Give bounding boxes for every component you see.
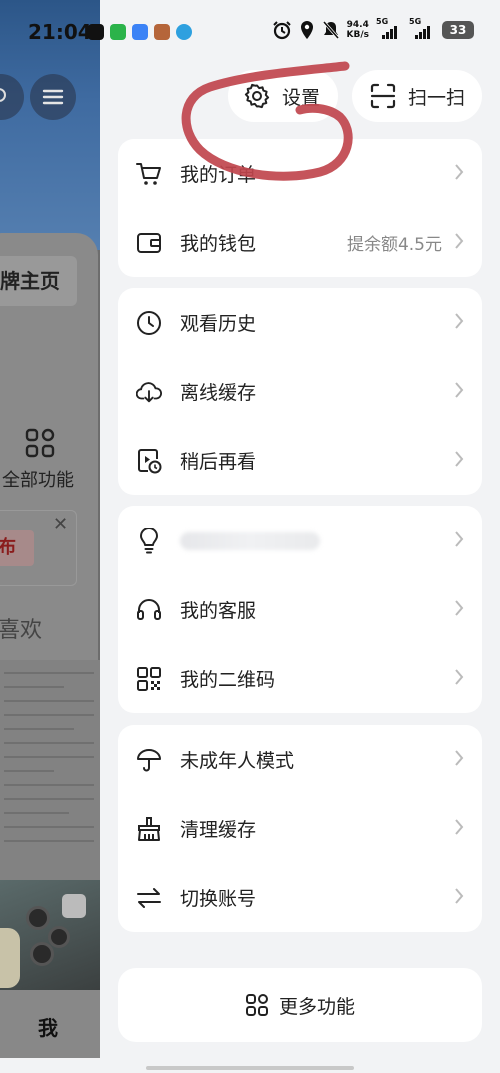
menu-item-label: 离线缓存	[180, 382, 257, 404]
section-service: 我的客服 我的二维码	[118, 506, 482, 713]
tab-me[interactable]: 我	[38, 1012, 58, 1041]
net-speed: 94.4 KB/s	[347, 20, 369, 40]
headset-icon	[136, 597, 162, 623]
scan-button[interactable]: 扫一扫	[352, 70, 482, 122]
settings-label: 设置	[282, 86, 321, 109]
chevron-right-icon	[454, 749, 464, 767]
blurred-label	[180, 531, 320, 550]
menu-item-switch-account[interactable]: 切换账号	[118, 863, 482, 932]
switch-arrows-icon	[136, 885, 162, 911]
menu-item-label: 稍后再看	[180, 451, 257, 473]
menu-item-watch-later[interactable]: 稍后再看	[118, 426, 482, 495]
net-speed-value: 94.4	[346, 20, 369, 30]
menu-item-teen-mode[interactable]: 未成年人模式	[118, 725, 482, 794]
chevron-right-icon	[454, 818, 464, 836]
chevron-right-icon	[454, 163, 464, 181]
status-time: 21:04	[28, 20, 92, 44]
menu-item-label: 我的订单	[180, 164, 257, 186]
all-functions-label[interactable]: 全部功能	[2, 466, 74, 492]
watch-later-icon	[136, 448, 162, 474]
background-document-image	[0, 660, 100, 880]
umbrella-icon	[136, 747, 162, 773]
background-phone-photo	[0, 880, 100, 990]
app-icon	[132, 24, 148, 40]
menu-item-label: 未成年人模式	[180, 750, 295, 772]
scan-icon	[370, 83, 396, 109]
more-functions-button[interactable]: 更多功能	[118, 968, 482, 1042]
wechat-icon	[110, 24, 126, 40]
mute-bell-icon	[322, 21, 339, 39]
clock-icon	[136, 310, 162, 336]
side-drawer: 设置 扫一扫 我的订单 我的钱包 提余额4.5元 观看历史 离线缓存 稍后再看 …	[100, 0, 500, 1073]
status-bar: 21:04 94.4 KB/s 5G 5G 33	[0, 0, 500, 66]
close-icon[interactable]: ✕	[53, 514, 68, 535]
section-media: 观看历史 离线缓存 稍后再看	[118, 288, 482, 495]
menu-item-label: 我的钱包	[180, 233, 257, 255]
sim2-label: 5G	[409, 17, 422, 26]
chevron-right-icon	[454, 450, 464, 468]
background-page[interactable]: 牌主页 全部功能 布 ✕ 喜欢 我	[0, 0, 100, 1058]
lightbulb-icon	[136, 527, 162, 554]
more-functions-label: 更多功能	[278, 995, 355, 1018]
battery-icon: 33	[442, 21, 474, 39]
net-speed-unit: KB/s	[346, 30, 369, 40]
menu-item-label: 我的二维码	[180, 669, 276, 691]
broom-icon	[136, 816, 162, 842]
chevron-right-icon	[454, 312, 464, 330]
grid-icon	[245, 993, 269, 1017]
likes-label: 喜欢	[0, 618, 43, 643]
chevron-right-icon	[454, 887, 464, 905]
menu-item-label: 切换账号	[180, 888, 257, 910]
chevron-right-icon	[454, 381, 464, 399]
wallet-balance: 提余额4.5元	[346, 235, 442, 255]
menu-icon[interactable]	[30, 74, 76, 120]
tiktok-icon	[88, 24, 104, 40]
telegram-icon	[176, 24, 192, 40]
chevron-right-icon	[454, 232, 464, 250]
menu-item-qr-code[interactable]: 我的二维码	[118, 644, 482, 713]
background-home-button[interactable]: 牌主页	[0, 256, 77, 306]
chevron-right-icon	[454, 599, 464, 617]
chevron-right-icon	[454, 530, 464, 548]
publish-button[interactable]: 布	[0, 530, 34, 566]
home-indicator	[146, 1066, 354, 1070]
menu-item-offline-cache[interactable]: 离线缓存	[118, 357, 482, 426]
location-icon	[300, 21, 313, 39]
section-system: 未成年人模式 清理缓存 切换账号	[118, 725, 482, 932]
cloud-download-icon	[136, 379, 162, 405]
menu-item-history[interactable]: 观看历史	[118, 288, 482, 357]
gear-icon	[244, 83, 270, 109]
signal-sim1-icon: 5G	[376, 17, 402, 39]
menu-item-clear-cache[interactable]: 清理缓存	[118, 794, 482, 863]
menu-item-label: 我的客服	[180, 600, 257, 622]
wallet-icon	[136, 230, 162, 256]
chevron-right-icon	[454, 668, 464, 686]
cart-icon	[136, 161, 162, 187]
menu-item-blurred[interactable]	[118, 506, 482, 575]
qr-code-icon	[136, 666, 162, 692]
notification-icons	[88, 24, 192, 40]
menu-item-customer-service[interactable]: 我的客服	[118, 575, 482, 644]
section-account: 我的订单 我的钱包 提余额4.5元	[118, 139, 482, 277]
menu-item-label: 观看历史	[180, 313, 257, 335]
gallery-icon	[154, 24, 170, 40]
menu-item-label: 清理缓存	[180, 819, 257, 841]
signal-sim2-icon: 5G	[409, 17, 435, 39]
grid-icon	[25, 428, 55, 458]
menu-item-orders[interactable]: 我的订单	[118, 139, 482, 208]
menu-item-wallet[interactable]: 我的钱包 提余额4.5元	[118, 208, 482, 277]
alarm-icon	[272, 21, 291, 40]
status-right: 94.4 KB/s 5G 5G 33	[272, 17, 474, 40]
scan-label: 扫一扫	[408, 86, 466, 109]
settings-button[interactable]: 设置	[228, 70, 338, 122]
sim1-label: 5G	[376, 17, 389, 26]
